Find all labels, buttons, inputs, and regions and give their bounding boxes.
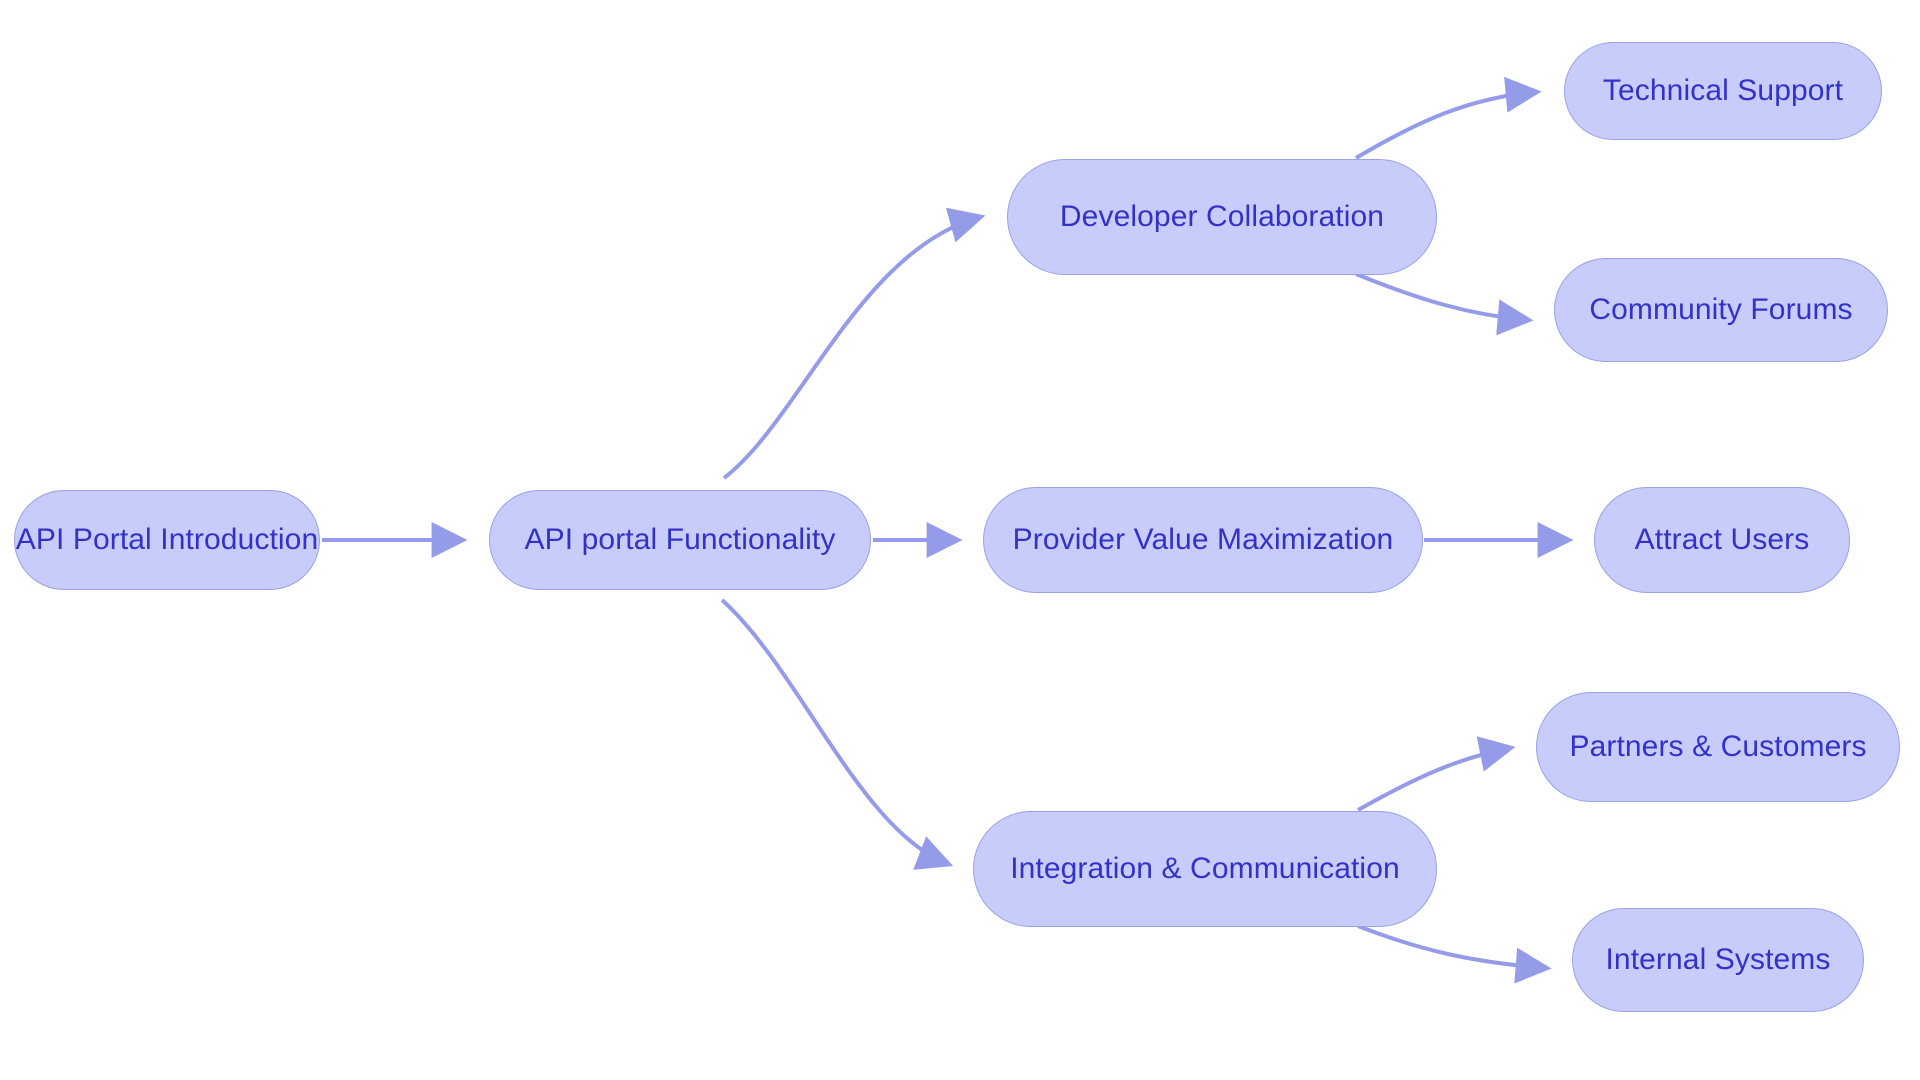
edge-functionality-to-integration xyxy=(720,598,954,870)
flowchart-canvas: API Portal Introduction API portal Functi… xyxy=(0,0,1920,1080)
node-label-api-portal-functionality: API portal Functionality xyxy=(524,523,836,556)
edge-integration-to-internal-systems xyxy=(1357,924,1552,984)
node-provider-value-maximization[interactable]: Provider Value Maximization xyxy=(983,487,1423,593)
edge-integration-to-partners xyxy=(1357,736,1516,812)
node-developer-collaboration[interactable]: Developer Collaboration xyxy=(1007,159,1437,275)
node-community-forums[interactable]: Community Forums xyxy=(1554,258,1888,362)
edge-developer-to-technical-support xyxy=(1354,76,1542,160)
node-partners-customers[interactable]: Partners & Customers xyxy=(1536,692,1900,802)
node-label-partners-customers: Partners & Customers xyxy=(1569,730,1867,763)
node-label-community-forums: Community Forums xyxy=(1589,293,1853,326)
node-label-technical-support: Technical Support xyxy=(1602,74,1844,107)
node-attract-users[interactable]: Attract Users xyxy=(1594,487,1850,593)
node-integration-communication[interactable]: Integration & Communication xyxy=(973,811,1437,927)
node-label-internal-systems: Internal Systems xyxy=(1605,943,1831,976)
node-internal-systems[interactable]: Internal Systems xyxy=(1572,908,1864,1012)
node-label-api-portal-introduction: API Portal Introduction xyxy=(15,523,319,556)
edge-developer-to-community-forums xyxy=(1355,272,1534,336)
node-api-portal-introduction[interactable]: API Portal Introduction xyxy=(14,490,320,590)
node-label-integration-communication: Integration & Communication xyxy=(1010,852,1400,885)
node-label-provider-value-maximization: Provider Value Maximization xyxy=(1012,523,1394,556)
edge-functionality-to-developer xyxy=(722,207,986,480)
node-technical-support[interactable]: Technical Support xyxy=(1564,42,1882,140)
node-label-attract-users: Attract Users xyxy=(1634,523,1810,556)
node-label-developer-collaboration: Developer Collaboration xyxy=(1059,200,1385,233)
node-api-portal-functionality[interactable]: API portal Functionality xyxy=(489,490,871,590)
